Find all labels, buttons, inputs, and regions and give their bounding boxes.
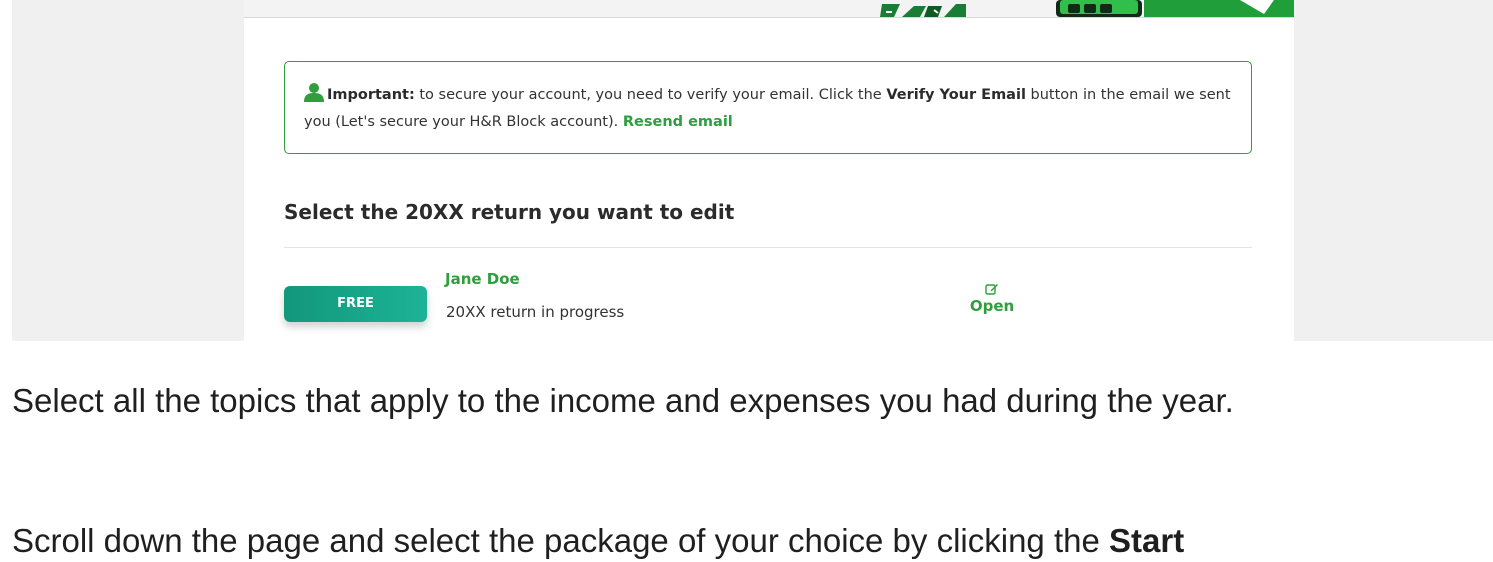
free-badge: FREE <box>284 286 427 322</box>
return-name-link[interactable]: Jane Doe <box>445 270 520 288</box>
hero-device-icon <box>1056 0 1142 17</box>
instruction-2-text: Scroll down the page and select the pack… <box>12 522 1109 559</box>
hero-card-icon <box>1144 0 1294 17</box>
alert-text-part-1: to secure your account, you need to veri… <box>414 87 887 103</box>
verify-email-label: Verify Your Email <box>886 87 1026 103</box>
return-status: 20XX return in progress <box>446 303 625 321</box>
verify-email-alert: Important: to secure your account, you n… <box>284 61 1252 154</box>
hero-banner <box>244 0 1294 17</box>
account-panel: Important: to secure your account, you n… <box>244 0 1294 341</box>
important-label: Important: <box>327 87 415 103</box>
section-title: Select the 20XX return you want to edit <box>284 200 735 224</box>
open-label: Open <box>969 297 1015 315</box>
instruction-paragraph-1: Select all the topics that apply to the … <box>12 382 1234 419</box>
section-divider <box>284 247 1252 248</box>
open-return-button[interactable]: Open <box>964 282 1020 315</box>
embedded-screenshot: Important: to secure your account, you n… <box>12 0 1493 341</box>
hero-illustration-icon <box>880 4 966 17</box>
edit-icon <box>985 284 998 295</box>
person-icon <box>304 83 324 102</box>
resend-email-link[interactable]: Resend email <box>623 114 733 130</box>
panel-divider <box>244 17 1294 18</box>
instruction-2-bold: Start <box>1109 522 1185 559</box>
instruction-paragraph-2: Scroll down the page and select the pack… <box>12 520 1482 562</box>
